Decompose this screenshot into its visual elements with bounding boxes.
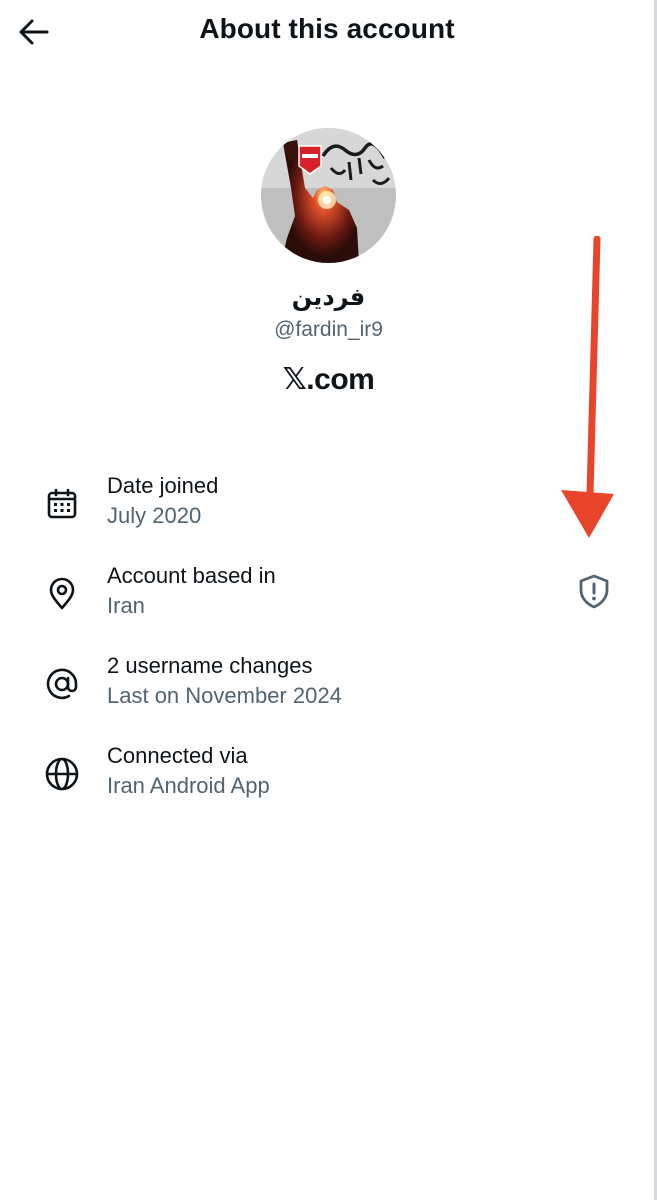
display-name: فردین	[291, 283, 366, 311]
username-changes-value: Last on November 2024	[107, 683, 342, 708]
account-based-in-label: Account based in	[107, 563, 276, 588]
header-bar: About this account	[0, 0, 654, 64]
avatar[interactable]	[261, 128, 396, 263]
account-location-info-button[interactable]	[574, 571, 614, 611]
calendar-icon	[43, 485, 81, 523]
globe-icon	[43, 755, 81, 793]
date-joined-label: Date joined	[107, 473, 219, 498]
date-joined-value: July 2020	[107, 503, 202, 528]
page-title: About this account	[199, 13, 455, 44]
profile-avatar-image	[261, 128, 396, 263]
account-based-in-value: Iran	[107, 593, 145, 618]
user-handle: @fardin_ir9	[274, 318, 383, 341]
shield-exclamation-icon	[579, 574, 609, 609]
connected-via-label: Connected via	[107, 743, 248, 768]
info-row-date-joined: Date joined July 2020	[0, 471, 654, 541]
at-sign-icon	[43, 665, 81, 703]
username-changes-label: 2 username changes	[107, 653, 313, 678]
info-row-username-changes: 2 username changes Last on November 2024	[0, 651, 654, 721]
connected-via-value: Iran Android App	[107, 773, 270, 798]
location-pin-icon	[43, 575, 81, 613]
brand-x-com: 𝕏.com	[282, 363, 375, 396]
info-row-connected-via: Connected via Iran Android App	[0, 741, 654, 811]
info-row-account-based-in: Account based in Iran	[0, 561, 654, 631]
